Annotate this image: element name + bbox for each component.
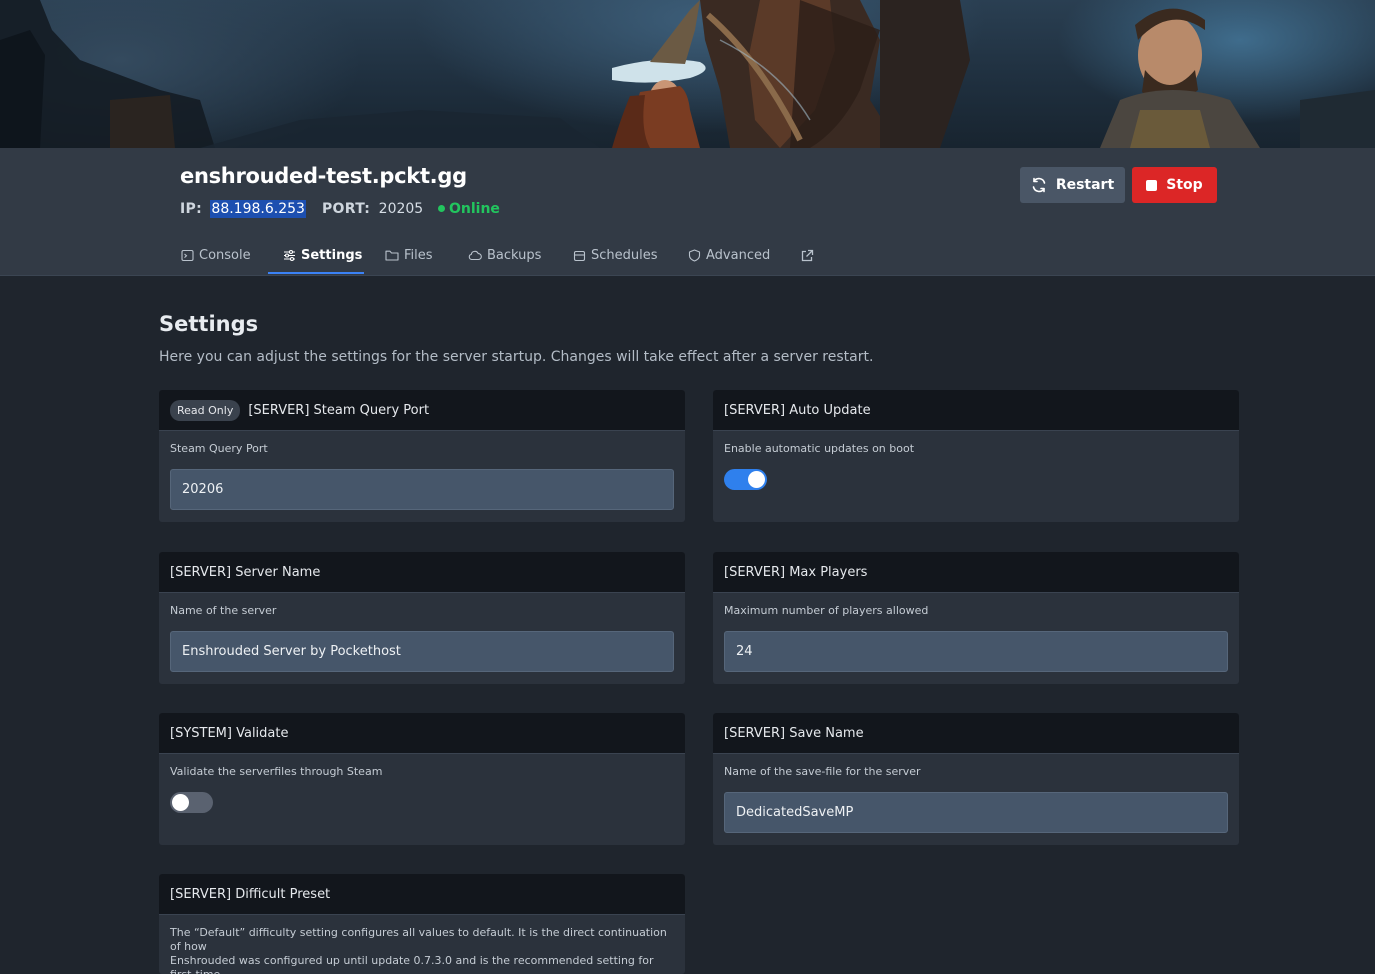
tab-label: Console: [199, 248, 251, 263]
setting-card-difficult-preset: [SERVER] Difficult Preset The “Default” …: [159, 874, 685, 974]
external-link-icon: [801, 249, 814, 261]
max-players-input[interactable]: 24: [724, 631, 1228, 672]
status-dot-icon: [438, 205, 445, 212]
tab-backups[interactable]: Backups: [468, 236, 541, 275]
stop-label: Stop: [1166, 177, 1203, 193]
port-value: 20205: [378, 201, 424, 217]
restart-label: Restart: [1055, 177, 1115, 193]
sliders-icon: [284, 249, 295, 262]
tab-schedules[interactable]: Schedules: [573, 236, 658, 275]
auto-update-toggle[interactable]: [724, 469, 767, 490]
tab-label: Files: [404, 248, 433, 263]
field-description-line-2: Enshrouded was configured up until updat…: [170, 954, 654, 974]
tab-label: Settings: [301, 248, 363, 263]
card-title: [SERVER] Steam Query Port: [248, 402, 430, 418]
setting-card-validate: [SYSTEM] Validate Validate the serverfil…: [159, 713, 685, 845]
tab-advanced[interactable]: Advanced: [688, 236, 770, 275]
field-description-line-1: The “Default” difficulty setting configu…: [170, 926, 667, 953]
banner-artwork: [0, 0, 1375, 148]
card-header: [SERVER] Auto Update: [713, 390, 1239, 431]
field-description: Maximum number of players allowed: [724, 604, 929, 617]
setting-card-save-name: [SERVER] Save Name Name of the save-file…: [713, 713, 1239, 845]
tab-label: Advanced: [706, 248, 771, 263]
card-header: [SERVER] Difficult Preset: [159, 874, 685, 915]
card-header: [SYSTEM] Validate: [159, 713, 685, 754]
tab-settings[interactable]: Settings: [283, 236, 362, 275]
toggle-knob: [172, 794, 189, 811]
page-description: Here you can adjust the settings for the…: [159, 349, 874, 365]
stop-button[interactable]: Stop: [1132, 167, 1217, 203]
setting-card-max-players: [SERVER] Max Players Maximum number of p…: [713, 552, 1239, 684]
steam-query-port-input[interactable]: 20206: [170, 469, 674, 510]
restart-button[interactable]: Restart: [1020, 167, 1125, 203]
card-header: [SERVER] Server Name: [159, 552, 685, 593]
terminal-icon: [181, 249, 194, 262]
page-title: Settings: [159, 312, 259, 336]
read-only-badge: Read Only: [170, 399, 241, 421]
card-header: [SERVER] Save Name: [713, 713, 1239, 754]
card-title: [SERVER] Auto Update: [724, 402, 871, 418]
setting-card-server-name: [SERVER] Server Name Name of the server …: [159, 552, 685, 684]
calendar-icon: [573, 250, 586, 262]
field-description: Name of the save-file for the server: [724, 765, 921, 778]
field-description: Enable automatic updates on boot: [724, 442, 915, 455]
cloud-icon: [468, 250, 482, 261]
card-title: [SERVER] Difficult Preset: [170, 886, 331, 902]
refresh-icon: [1032, 177, 1046, 193]
stop-icon: [1146, 179, 1158, 191]
setting-card-auto-update: [SERVER] Auto Update Enable automatic up…: [713, 390, 1239, 522]
folder-icon: [385, 250, 399, 261]
field-description: Name of the server: [170, 604, 277, 617]
shield-icon: [688, 249, 701, 262]
toggle-knob: [748, 471, 765, 488]
tab-label: Backups: [487, 248, 542, 263]
server-banner-image: [0, 0, 1375, 148]
card-title: [SERVER] Server Name: [170, 564, 321, 580]
card-header: Read Only [SERVER] Steam Query Port: [159, 390, 685, 431]
field-description: Validate the serverfiles through Steam: [170, 765, 383, 778]
tab-external-link[interactable]: [800, 236, 814, 275]
card-title: [SERVER] Save Name: [724, 725, 864, 741]
server-name-input[interactable]: Enshrouded Server by Pockethost: [170, 631, 674, 672]
status-text: Online: [449, 201, 500, 217]
tab-label: Schedules: [591, 248, 658, 263]
setting-card-steam-query-port: Read Only [SERVER] Steam Query Port Stea…: [159, 390, 685, 522]
server-ip: IP: 88.198.6.253: [180, 200, 306, 218]
ip-label: IP:: [180, 201, 202, 217]
validate-toggle[interactable]: [170, 792, 213, 813]
tab-console[interactable]: Console: [181, 236, 251, 275]
status-badge: Online: [438, 201, 500, 217]
card-title: [SYSTEM] Validate: [170, 725, 289, 741]
port-label: PORT:: [322, 201, 371, 217]
server-port: PORT: 20205: [322, 201, 423, 217]
tab-files[interactable]: Files: [385, 236, 433, 275]
card-header: [SERVER] Max Players: [713, 552, 1239, 593]
field-description: Steam Query Port: [170, 442, 268, 455]
ip-value[interactable]: 88.198.6.253: [210, 200, 306, 218]
save-name-input[interactable]: DedicatedSaveMP: [724, 792, 1228, 833]
active-tab-indicator: [268, 272, 364, 274]
server-name: enshrouded-test.pckt.gg: [180, 164, 467, 188]
card-title: [SERVER] Max Players: [724, 564, 868, 580]
